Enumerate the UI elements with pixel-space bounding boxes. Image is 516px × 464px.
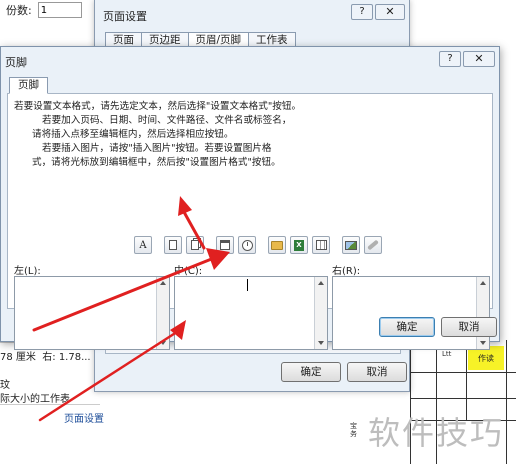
instruction-line: 请将插入点移至编辑框内，然后选择相应按钮。 (32, 129, 234, 140)
instruction-line: 若要加入页码、日期、时间、文件路径、文件名或标签名， (42, 115, 292, 126)
center-section-label: 中(C): (174, 266, 203, 277)
left-section-label: 左(L): (14, 266, 41, 277)
dialog-title: 页面设置 (103, 10, 147, 23)
fit-text[interactable]: 际大小的工作表 (0, 390, 70, 405)
scroll-down-icon (318, 341, 324, 345)
format-text-icon: A (139, 239, 147, 251)
cancel-button[interactable]: 取消 (441, 317, 497, 337)
scroll-up-icon (160, 281, 166, 285)
cell-text: 宝务 (350, 422, 357, 438)
instruction-line: 若要设置文本格式，请先选定文本，然后选择"设置文本格式"按钮。 (14, 101, 302, 112)
scroll-up-icon (318, 281, 324, 285)
instruction-line: 式，请将光标放到编辑框中，然后按"设置图片格式"按钮。 (32, 157, 281, 168)
format-text-button[interactable]: A (134, 236, 152, 254)
insert-date-button[interactable] (216, 236, 234, 254)
insert-page-count-button[interactable] (186, 236, 204, 254)
copies-label: 份数: (6, 4, 32, 17)
footer-dialog: 页脚 ? ✕ 页脚 若要设置文本格式，请先选定文本，然后选择"设置文本格式"按钮… (0, 46, 500, 350)
ok-button[interactable]: 确定 (281, 362, 341, 382)
insert-picture-icon (345, 240, 357, 250)
copies-row: 份数: (0, 0, 100, 20)
time-icon (241, 239, 253, 251)
instructions: 若要设置文本格式，请先选定文本，然后选择"设置文本格式"按钮。 若要加入页码、日… (14, 100, 484, 170)
insert-file-path-button[interactable] (268, 236, 286, 254)
close-button[interactable]: ✕ (463, 51, 495, 67)
copies-input[interactable] (37, 2, 82, 18)
divider (0, 404, 100, 405)
insert-picture-button[interactable] (342, 236, 360, 254)
center-section-input[interactable] (174, 276, 328, 350)
scrollbar[interactable] (156, 277, 169, 349)
instruction-line: 若要插入图片，请按"插入图片"按钮。若要设置图片格 (42, 143, 272, 154)
watermark: 软件技巧 (368, 414, 505, 452)
format-picture-button[interactable] (364, 236, 382, 254)
left-section-input[interactable] (14, 276, 170, 350)
file-path-icon (271, 240, 283, 250)
tab-footer[interactable]: 页脚 (9, 77, 48, 94)
text-caret (247, 279, 248, 291)
scroll-up-icon (480, 281, 486, 285)
page-count-icon (191, 240, 199, 250)
cell-text: Ltt (442, 350, 452, 358)
scroll-down-icon (160, 341, 166, 345)
format-picture-icon (367, 239, 379, 251)
page-number-icon (169, 240, 177, 250)
page-setup-link[interactable]: 页面设置 (64, 410, 104, 425)
ok-button[interactable]: 确定 (379, 317, 435, 337)
insert-file-name-button[interactable]: X (290, 236, 308, 254)
insert-sheet-name-button[interactable] (312, 236, 330, 254)
dialog-title: 页脚 (5, 56, 27, 69)
date-icon (220, 240, 230, 250)
print-settings-panel: 78 厘米 右: 1.78... 玟 际大小的工作表 页面设置 (0, 340, 104, 464)
scroll-down-icon (480, 341, 486, 345)
right-section-label: 右(R): (332, 266, 361, 277)
scrollbar[interactable] (314, 277, 327, 349)
help-button[interactable]: ? (439, 51, 461, 67)
footer-panel: 若要设置文本格式，请先选定文本，然后选择"设置文本格式"按钮。 若要加入页码、日… (7, 93, 493, 350)
right-section-input[interactable] (332, 276, 490, 350)
misc-char: 玟 (0, 380, 10, 391)
close-button[interactable]: ✕ (375, 4, 405, 20)
insert-time-button[interactable] (238, 236, 256, 254)
sheet-name-icon (315, 240, 327, 250)
file-name-icon: X (294, 239, 304, 251)
scrollbar[interactable] (476, 277, 489, 349)
insert-toolbar: A X (134, 236, 386, 256)
cancel-button[interactable]: 取消 (347, 362, 407, 382)
help-button[interactable]: ? (351, 4, 373, 20)
insert-page-number-button[interactable] (164, 236, 182, 254)
margin-size-text: 78 厘米 右: 1.78... (0, 352, 91, 363)
